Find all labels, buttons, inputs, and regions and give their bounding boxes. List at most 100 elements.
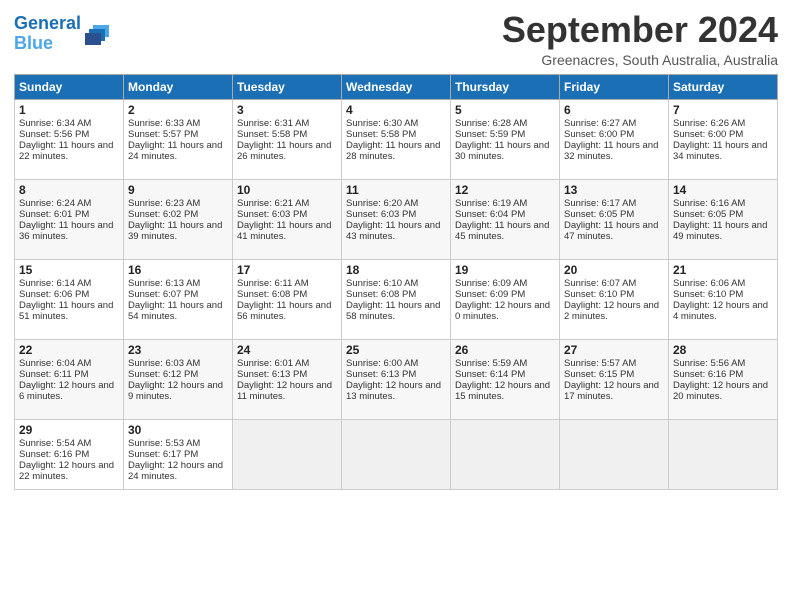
day-number: 8 xyxy=(19,183,119,197)
day-number: 1 xyxy=(19,103,119,117)
sunset-text: Sunset: 6:08 PM xyxy=(237,289,307,300)
day-number: 10 xyxy=(237,183,337,197)
sunset-text: Sunset: 6:08 PM xyxy=(346,289,416,300)
daylight-label: Daylight: 12 hours and 24 minutes. xyxy=(128,460,223,482)
daylight-label: Daylight: 11 hours and 34 minutes. xyxy=(673,140,767,162)
sunrise-text: Sunrise: 6:01 AM xyxy=(237,358,309,369)
day-number: 30 xyxy=(128,423,228,437)
day-number: 12 xyxy=(455,183,555,197)
day-number: 16 xyxy=(128,263,228,277)
table-row: 24Sunrise: 6:01 AMSunset: 6:13 PMDayligh… xyxy=(233,339,342,419)
sunrise-text: Sunrise: 6:17 AM xyxy=(564,198,636,209)
table-row: 22Sunrise: 6:04 AMSunset: 6:11 PMDayligh… xyxy=(15,339,124,419)
table-row: 16Sunrise: 6:13 AMSunset: 6:07 PMDayligh… xyxy=(124,259,233,339)
sunrise-text: Sunrise: 6:20 AM xyxy=(346,198,418,209)
daylight-label: Daylight: 11 hours and 54 minutes. xyxy=(128,300,222,322)
calendar-table: Sunday Monday Tuesday Wednesday Thursday… xyxy=(14,74,778,490)
sunset-text: Sunset: 6:01 PM xyxy=(19,209,89,220)
table-row: 25Sunrise: 6:00 AMSunset: 6:13 PMDayligh… xyxy=(342,339,451,419)
daylight-label: Daylight: 11 hours and 51 minutes. xyxy=(19,300,113,322)
sunset-text: Sunset: 6:02 PM xyxy=(128,209,198,220)
table-row: 9Sunrise: 6:23 AMSunset: 6:02 PMDaylight… xyxy=(124,179,233,259)
daylight-label: Daylight: 12 hours and 15 minutes. xyxy=(455,380,550,402)
sunset-text: Sunset: 6:16 PM xyxy=(19,449,89,460)
sunrise-text: Sunrise: 6:04 AM xyxy=(19,358,91,369)
sunrise-text: Sunrise: 6:34 AM xyxy=(19,118,91,129)
sunrise-text: Sunrise: 6:07 AM xyxy=(564,278,636,289)
daylight-label: Daylight: 12 hours and 20 minutes. xyxy=(673,380,768,402)
logo-icon xyxy=(83,23,111,45)
daylight-label: Daylight: 11 hours and 30 minutes. xyxy=(455,140,549,162)
day-number: 6 xyxy=(564,103,664,117)
daylight-label: Daylight: 11 hours and 24 minutes. xyxy=(128,140,222,162)
table-row: 14Sunrise: 6:16 AMSunset: 6:05 PMDayligh… xyxy=(669,179,778,259)
table-row: 10Sunrise: 6:21 AMSunset: 6:03 PMDayligh… xyxy=(233,179,342,259)
daylight-label: Daylight: 11 hours and 47 minutes. xyxy=(564,220,658,242)
day-number: 2 xyxy=(128,103,228,117)
month-title: September 2024 xyxy=(502,10,778,50)
table-row: 17Sunrise: 6:11 AMSunset: 6:08 PMDayligh… xyxy=(233,259,342,339)
sunset-text: Sunset: 6:10 PM xyxy=(673,289,743,300)
sunrise-text: Sunrise: 5:56 AM xyxy=(673,358,745,369)
sunrise-text: Sunrise: 6:06 AM xyxy=(673,278,745,289)
table-row xyxy=(560,419,669,489)
table-row: 21Sunrise: 6:06 AMSunset: 6:10 PMDayligh… xyxy=(669,259,778,339)
sunset-text: Sunset: 5:59 PM xyxy=(455,129,525,140)
daylight-label: Daylight: 11 hours and 22 minutes. xyxy=(19,140,113,162)
sunset-text: Sunset: 6:03 PM xyxy=(346,209,416,220)
col-saturday: Saturday xyxy=(669,74,778,99)
sunset-text: Sunset: 6:00 PM xyxy=(564,129,634,140)
col-tuesday: Tuesday xyxy=(233,74,342,99)
table-row xyxy=(233,419,342,489)
day-number: 22 xyxy=(19,343,119,357)
daylight-label: Daylight: 11 hours and 43 minutes. xyxy=(346,220,440,242)
col-thursday: Thursday xyxy=(451,74,560,99)
sunrise-text: Sunrise: 6:16 AM xyxy=(673,198,745,209)
table-row xyxy=(342,419,451,489)
sunrise-text: Sunrise: 6:23 AM xyxy=(128,198,200,209)
day-number: 29 xyxy=(19,423,119,437)
daylight-label: Daylight: 11 hours and 41 minutes. xyxy=(237,220,331,242)
day-number: 18 xyxy=(346,263,446,277)
daylight-label: Daylight: 11 hours and 58 minutes. xyxy=(346,300,440,322)
table-row: 29Sunrise: 5:54 AMSunset: 6:16 PMDayligh… xyxy=(15,419,124,489)
sunrise-text: Sunrise: 6:28 AM xyxy=(455,118,527,129)
day-number: 15 xyxy=(19,263,119,277)
day-number: 20 xyxy=(564,263,664,277)
sunrise-text: Sunrise: 6:27 AM xyxy=(564,118,636,129)
sunrise-text: Sunrise: 5:59 AM xyxy=(455,358,527,369)
daylight-label: Daylight: 11 hours and 26 minutes. xyxy=(237,140,331,162)
sunset-text: Sunset: 6:09 PM xyxy=(455,289,525,300)
sunrise-text: Sunrise: 6:19 AM xyxy=(455,198,527,209)
daylight-label: Daylight: 12 hours and 11 minutes. xyxy=(237,380,332,402)
daylight-label: Daylight: 11 hours and 36 minutes. xyxy=(19,220,113,242)
table-row: 11Sunrise: 6:20 AMSunset: 6:03 PMDayligh… xyxy=(342,179,451,259)
sunrise-text: Sunrise: 6:00 AM xyxy=(346,358,418,369)
daylight-label: Daylight: 12 hours and 22 minutes. xyxy=(19,460,114,482)
sunset-text: Sunset: 6:13 PM xyxy=(237,369,307,380)
sunset-text: Sunset: 6:14 PM xyxy=(455,369,525,380)
sunrise-text: Sunrise: 6:11 AM xyxy=(237,278,309,289)
sunset-text: Sunset: 6:05 PM xyxy=(564,209,634,220)
sunset-text: Sunset: 6:12 PM xyxy=(128,369,198,380)
sunset-text: Sunset: 6:13 PM xyxy=(346,369,416,380)
sunset-text: Sunset: 5:56 PM xyxy=(19,129,89,140)
sunrise-text: Sunrise: 6:13 AM xyxy=(128,278,200,289)
sunset-text: Sunset: 6:03 PM xyxy=(237,209,307,220)
sunset-text: Sunset: 6:10 PM xyxy=(564,289,634,300)
table-row: 26Sunrise: 5:59 AMSunset: 6:14 PMDayligh… xyxy=(451,339,560,419)
table-row: 6Sunrise: 6:27 AMSunset: 6:00 PMDaylight… xyxy=(560,99,669,179)
col-monday: Monday xyxy=(124,74,233,99)
daylight-label: Daylight: 11 hours and 56 minutes. xyxy=(237,300,331,322)
daylight-label: Daylight: 11 hours and 39 minutes. xyxy=(128,220,222,242)
sunrise-text: Sunrise: 6:26 AM xyxy=(673,118,745,129)
logo-text: General Blue xyxy=(14,14,81,54)
daylight-label: Daylight: 12 hours and 4 minutes. xyxy=(673,300,768,322)
table-row: 8Sunrise: 6:24 AMSunset: 6:01 PMDaylight… xyxy=(15,179,124,259)
daylight-label: Daylight: 11 hours and 45 minutes. xyxy=(455,220,549,242)
sunrise-text: Sunrise: 6:03 AM xyxy=(128,358,200,369)
day-number: 13 xyxy=(564,183,664,197)
calendar-header-row: Sunday Monday Tuesday Wednesday Thursday… xyxy=(15,74,778,99)
day-number: 19 xyxy=(455,263,555,277)
col-sunday: Sunday xyxy=(15,74,124,99)
